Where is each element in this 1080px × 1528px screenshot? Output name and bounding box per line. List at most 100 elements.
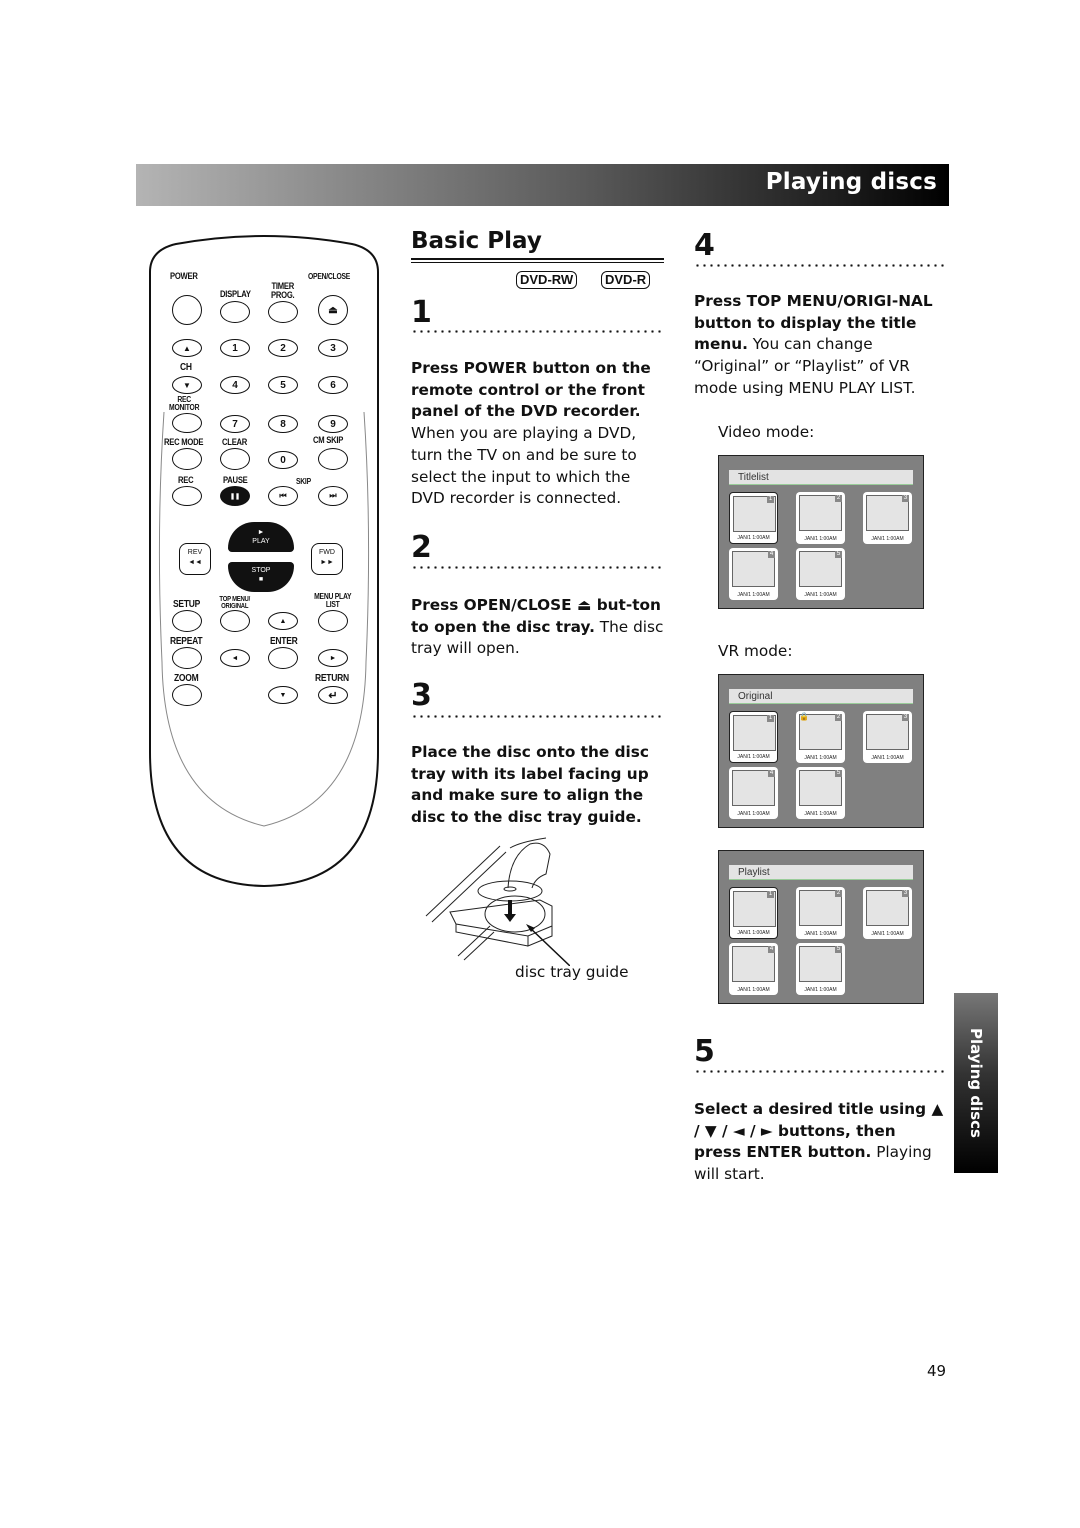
title-thumbnail[interactable]: 4 JAN/1 1:00AM [729, 767, 778, 819]
open-close-label: OPEN/CLOSE [308, 272, 351, 281]
cursor-up-button: ▲ [268, 612, 298, 630]
heading-rule [411, 258, 664, 260]
step-2-text: Press OPEN/CLOSE ⏏ but-ton to open the d… [411, 595, 667, 660]
digit-1-button: 1 [220, 339, 250, 357]
digit-0-button: 0 [268, 451, 298, 469]
top-menu-original-label: TOP MENU/ ORIGINAL [219, 596, 250, 610]
step-4-divider [694, 264, 948, 267]
screen-header: Playlist [729, 865, 913, 880]
titlelist-screen: Titlelist 1 JAN/1 1:00AM 2 JAN/1 1:00AM 3 JAN/… [718, 455, 924, 609]
title-thumbnail[interactable]: 2 JAN/1 1:00AM [796, 887, 845, 939]
title-number-badge: 1 [767, 891, 774, 898]
power-label: POWER [170, 271, 198, 281]
digit-8-button: 8 [268, 415, 298, 433]
title-thumbnail[interactable]: 5 JAN/1 1:00AM [796, 943, 845, 995]
skip-back-button: ⏮ [268, 486, 298, 506]
title-date: JAN/1 1:00AM [737, 930, 770, 936]
step-2-number: 2 [411, 530, 432, 565]
title-thumbnail[interactable]: 5 JAN/1 1:00AM [796, 767, 845, 819]
title-number-badge: 3 [902, 495, 909, 502]
fwd-button: FWD ►► [311, 543, 343, 575]
rev-icon: ◄◄ [188, 559, 202, 566]
stop-label: STOP [251, 567, 271, 574]
display-button [220, 301, 250, 323]
digit-6-button: 6 [318, 376, 348, 394]
title-thumbnail[interactable]: 4 JAN/1 1:00AM [729, 943, 778, 995]
step-1-note: When you are playing a DVD, turn the TV … [411, 424, 637, 508]
title-date: JAN/1 1:00AM [804, 811, 837, 817]
rec-monitor-label: REC MONITOR [169, 395, 200, 412]
repeat-button [172, 647, 202, 669]
section-title: Playing discs [765, 169, 937, 195]
power-button [172, 295, 202, 325]
clear-label: CLEAR [222, 437, 248, 447]
eject-icon: ⏏ [328, 304, 338, 316]
pause-label: PAUSE [223, 475, 248, 485]
stop-icon: ■ [258, 576, 264, 583]
timer-prog-button [268, 301, 298, 323]
fwd-label: FWD [319, 549, 335, 556]
heading-rule-thin [411, 262, 664, 263]
clear-button [220, 448, 250, 470]
title-number-badge: 2 [835, 714, 842, 721]
rec-monitor-button [172, 413, 202, 433]
step-1-text: Press POWER button on the remote control… [411, 358, 667, 510]
zoom-label: ZOOM [174, 673, 199, 684]
enter-button [268, 647, 298, 669]
title-number-badge: 5 [835, 946, 842, 953]
remote-control-illustration: POWER OPEN/CLOSE DISPLAY TIMER PROG. ⏏ ▲… [146, 232, 382, 892]
up-arrow-icon: ▲ [279, 617, 287, 625]
digit-5-button: 5 [268, 376, 298, 394]
zoom-button [172, 684, 202, 706]
title-number-badge: 1 [767, 496, 774, 503]
title-thumbnail[interactable]: 4 JAN/1 1:00AM [729, 548, 778, 600]
title-date: JAN/1 1:00AM [871, 536, 904, 542]
title-number-badge: 3 [902, 890, 909, 897]
ch-down-button: ▼ [172, 376, 202, 394]
step-3-text: Place the disc onto the disc tray with i… [411, 742, 667, 829]
rec-mode-label: REC MODE [164, 437, 204, 447]
timer-prog-label: TIMER PROG. [271, 281, 295, 300]
vr-mode-label: VR mode: [718, 642, 793, 660]
rev-button: REV ◄◄ [179, 543, 211, 575]
section-header-bar: Playing discs [136, 164, 949, 206]
step-1-instruction: Press POWER button on the remote control… [411, 359, 651, 421]
title-thumbnail[interactable]: 1 JAN/1 1:00AM [729, 711, 778, 763]
title-date: JAN/1 1:00AM [804, 536, 837, 542]
pause-icon: ❚❚ [229, 493, 241, 500]
title-number-badge: 4 [768, 946, 775, 953]
title-thumbnail[interactable]: 3 JAN/1 1:00AM [863, 711, 912, 763]
title-number-badge: 4 [768, 551, 775, 558]
title-thumbnail[interactable]: 1 JAN/1 1:00AM [729, 492, 778, 544]
title-thumbnail[interactable]: 1 JAN/1 1:00AM [729, 887, 778, 939]
step-2-divider [411, 566, 665, 569]
lock-icon: 🔒 [799, 712, 809, 721]
digit-3-button: 3 [318, 339, 348, 357]
title-number-badge: 2 [835, 495, 842, 502]
title-number-badge: 2 [835, 890, 842, 897]
rec-mode-button [172, 448, 202, 470]
title-thumbnail[interactable]: 2 🔒 JAN/1 1:00AM [796, 711, 845, 763]
title-date: JAN/1 1:00AM [871, 755, 904, 761]
setup-label: SETUP [173, 599, 201, 610]
ch-label: CH [180, 362, 192, 373]
step-3-divider [411, 715, 665, 718]
return-button: ↵ [318, 686, 348, 704]
title-thumbnail[interactable]: 5 JAN/1 1:00AM [796, 548, 845, 600]
title-thumbnail[interactable]: 3 JAN/1 1:00AM [863, 492, 912, 544]
digit-4-button: 4 [220, 376, 250, 394]
skip-label: SKIP [296, 477, 311, 486]
side-tab-label: Playing discs [967, 1028, 985, 1138]
skip-forward-icon: ⏭ [329, 491, 337, 500]
title-number-badge: 4 [768, 770, 775, 777]
setup-button [172, 610, 202, 632]
title-thumbnail[interactable]: 2 JAN/1 1:00AM [796, 492, 845, 544]
step-4-text: Press TOP MENU/ORIGI-NAL button to displ… [694, 291, 948, 400]
page-number: 49 [927, 1362, 947, 1380]
step-5-text: Select a desired title using ▲ / ▼ / ◄ /… [694, 1099, 944, 1186]
skip-forward-button: ⏭ [318, 486, 348, 506]
down-arrow-icon: ▼ [183, 380, 191, 390]
title-thumbnail[interactable]: 3 JAN/1 1:00AM [863, 887, 912, 939]
page-heading: Basic Play [411, 228, 542, 254]
title-date: JAN/1 1:00AM [871, 931, 904, 937]
